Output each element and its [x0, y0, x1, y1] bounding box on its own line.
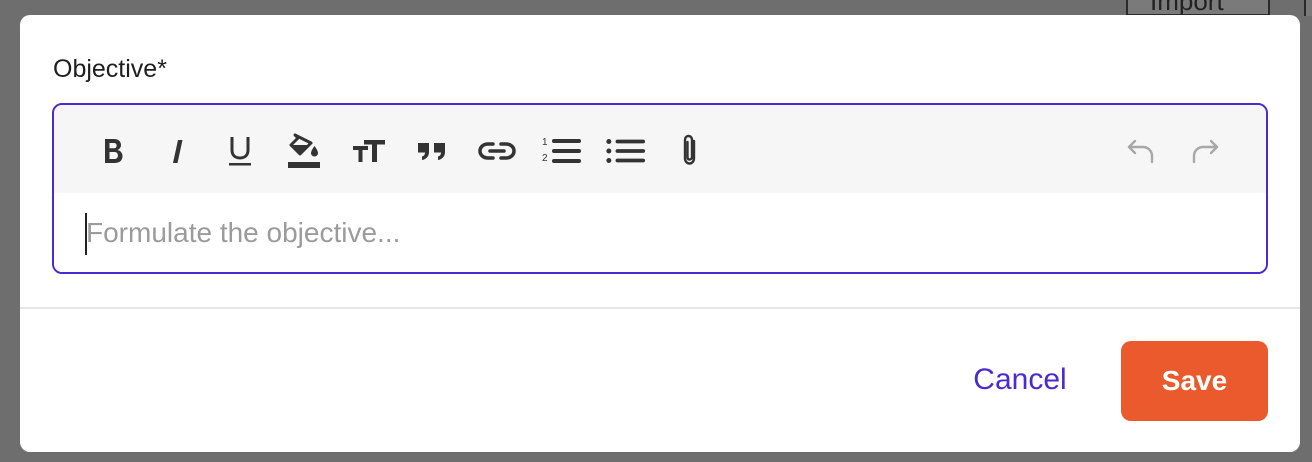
- backdrop-import-label: Import: [1150, 0, 1224, 16]
- editor-toolbar: 1 2: [54, 105, 1266, 193]
- svg-text:2: 2: [542, 153, 548, 164]
- bold-icon: [105, 139, 123, 163]
- save-button[interactable]: Save: [1121, 341, 1268, 421]
- italic-icon: [173, 140, 183, 163]
- bullet-list-button[interactable]: [606, 131, 646, 171]
- text-size-button[interactable]: [349, 131, 389, 171]
- redo-button[interactable]: [1185, 131, 1225, 171]
- bullet-list-icon: [606, 139, 646, 163]
- ordered-list-button[interactable]: 1 2: [542, 131, 582, 171]
- editor-placeholder: Formulate the objective...: [86, 217, 401, 248]
- italic-button[interactable]: [158, 131, 198, 171]
- rich-text-editor[interactable]: 1 2 Formulate the objective...: [52, 103, 1268, 274]
- link-button[interactable]: [477, 131, 517, 171]
- backdrop-import-button: Import: [1126, 0, 1270, 16]
- objective-modal: Objective* 1 2 Formulate the objective..…: [20, 15, 1300, 452]
- quote-icon: [418, 143, 445, 160]
- footer-divider: [20, 307, 1300, 309]
- underline-button[interactable]: [220, 131, 260, 171]
- undo-icon: [1127, 139, 1154, 164]
- redo-icon: [1192, 139, 1219, 164]
- cancel-button[interactable]: Cancel: [950, 355, 1090, 405]
- undo-button[interactable]: [1121, 131, 1161, 171]
- link-icon: [478, 142, 516, 160]
- ordered-list-icon: 1 2: [542, 137, 581, 164]
- editor-content[interactable]: Formulate the objective...: [54, 193, 1266, 272]
- highlight-button[interactable]: [284, 131, 324, 171]
- paperclip-icon: [683, 134, 696, 165]
- bold-button[interactable]: [93, 131, 133, 171]
- paint-bucket-icon: [288, 133, 320, 168]
- attach-button[interactable]: [670, 131, 710, 171]
- svg-text:1: 1: [542, 137, 548, 148]
- text-size-icon: [353, 140, 385, 162]
- quote-button[interactable]: [412, 131, 452, 171]
- backdrop-edge: [1304, 0, 1312, 16]
- objective-label: Objective*: [53, 55, 167, 83]
- underline-icon: [229, 137, 251, 166]
